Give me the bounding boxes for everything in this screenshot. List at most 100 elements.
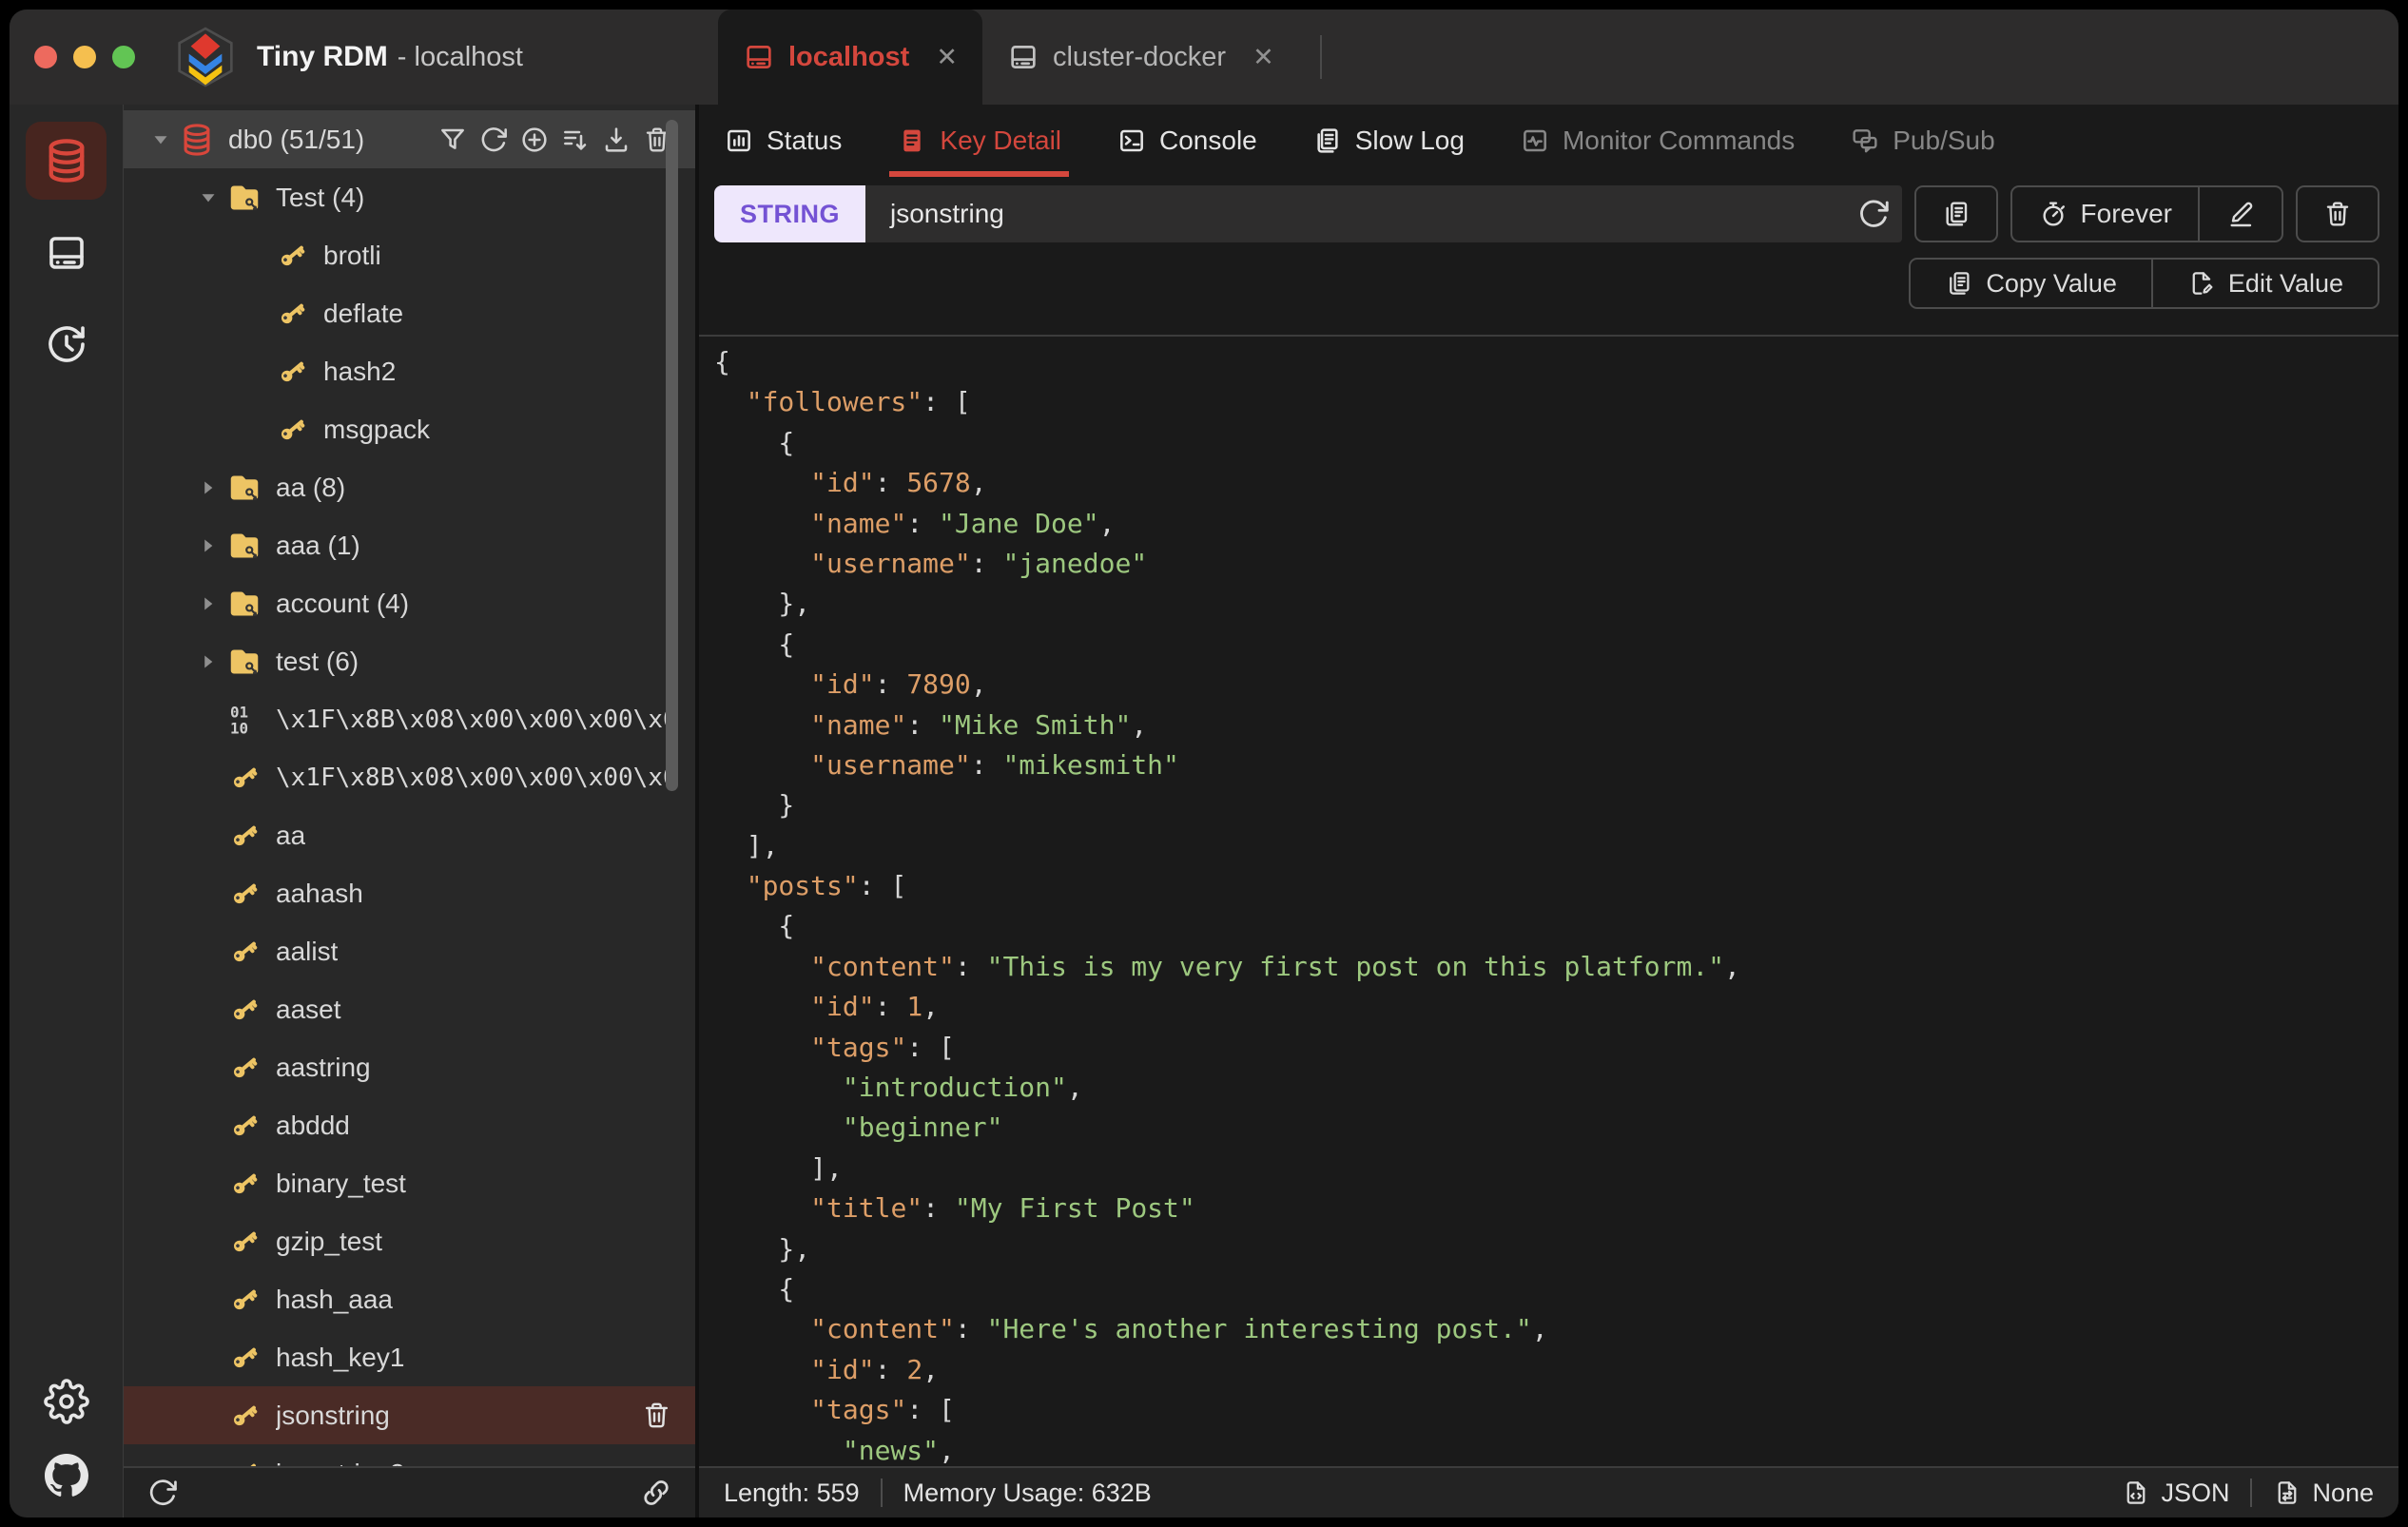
edit-value-button[interactable]: Edit Value: [2150, 260, 2378, 307]
tree-key-aa[interactable]: aa: [124, 806, 695, 864]
folder-icon: [226, 180, 262, 216]
tree-item-label: aastring: [276, 1052, 371, 1082]
tree-key-aalist[interactable]: aalist: [124, 922, 695, 980]
key-icon: [226, 992, 262, 1028]
rail-item-server[interactable]: [44, 230, 89, 276]
minimize-window-button[interactable]: [73, 46, 96, 68]
link-icon[interactable]: [640, 1477, 672, 1509]
tree-folder-test_6_[interactable]: test (6): [124, 632, 695, 690]
value-action-row: Copy Value Edit Value: [714, 258, 2379, 309]
tree-key-hash2[interactable]: hash2: [124, 342, 695, 400]
app-window: Tiny RDM - localhost localhost ✕ cluster-do…: [10, 10, 2398, 1517]
zoom-window-button[interactable]: [112, 46, 135, 68]
key-icon: [226, 1398, 262, 1434]
delete-icon[interactable]: [641, 1400, 672, 1431]
tree-key-hash_key1[interactable]: hash_key1: [124, 1328, 695, 1386]
server-icon: [1007, 41, 1039, 73]
tab-key-detail[interactable]: Key Detail: [889, 105, 1069, 177]
tree-key-brotli[interactable]: brotli: [124, 226, 695, 284]
tree-key-jsonstring2[interactable]: jsonstring2: [124, 1444, 695, 1466]
tree-item-label: hash_aaa: [276, 1284, 394, 1314]
svg-text:10: 10: [230, 719, 248, 737]
json-line: ],: [714, 1151, 843, 1184]
folder-icon: [226, 586, 262, 622]
close-tab-icon[interactable]: ✕: [1253, 43, 1274, 72]
tree-key-_x1F_x8B_x08_x00_x00_x00_x00_[interactable]: 0110 \x1F\x8B\x08\x00\x00\x00\x00...: [124, 690, 695, 748]
connection-tab-localhost[interactable]: localhost ✕: [718, 10, 982, 105]
add-icon[interactable]: [519, 125, 550, 155]
caret-right-icon[interactable]: [190, 533, 226, 558]
tree-key-aahash[interactable]: aahash: [124, 864, 695, 922]
connection-tab-cluster-docker[interactable]: cluster-docker ✕: [982, 10, 1299, 105]
caret-down-icon[interactable]: [143, 127, 179, 152]
tree-key-aastring[interactable]: aastring: [124, 1038, 695, 1096]
key-icon: [226, 1166, 262, 1202]
tree-folder-aa_8_[interactable]: aa (8): [124, 458, 695, 516]
tree-key-aaset[interactable]: aaset: [124, 980, 695, 1038]
copy-document-icon: [1941, 199, 1971, 229]
caret-down-icon[interactable]: [190, 185, 226, 210]
caret-right-icon[interactable]: [190, 649, 226, 674]
edit-value-label: Edit Value: [2227, 268, 2343, 298]
tree-key-gzip_test[interactable]: gzip_test: [124, 1212, 695, 1270]
tab-label: Pub/Sub: [1893, 126, 1995, 155]
tree-key-hash_aaa[interactable]: hash_aaa: [124, 1270, 695, 1328]
tree-item-label: hash_key1: [276, 1342, 405, 1372]
filter-icon[interactable]: [437, 125, 468, 155]
close-tab-icon[interactable]: ✕: [936, 43, 958, 72]
sort-icon[interactable]: [560, 125, 591, 155]
tree-item-label: test (6): [276, 646, 359, 676]
rename-key-button[interactable]: [2198, 187, 2282, 241]
delete-key-button[interactable]: [2296, 185, 2379, 242]
import-icon[interactable]: [601, 125, 631, 155]
decode-selector[interactable]: None: [2273, 1479, 2374, 1508]
json-line: "id": 7890,: [810, 668, 987, 701]
folder-icon: [226, 644, 262, 680]
tab-pub-sub[interactable]: Pub/Sub: [1850, 105, 1995, 177]
length-label: Length: 559: [724, 1478, 860, 1507]
github-icon[interactable]: [44, 1453, 89, 1498]
settings-gear-icon[interactable]: [43, 1379, 89, 1424]
json-line: },: [714, 588, 811, 620]
tab-label: Key Detail: [940, 126, 1062, 155]
tab-console[interactable]: Console: [1117, 105, 1257, 177]
key-icon: [274, 412, 310, 448]
tree-key-msgpack[interactable]: msgpack: [124, 400, 695, 458]
value-viewer[interactable]: { "followers": [ { "id": 5678, "name": "…: [699, 335, 2398, 1466]
left-rail: [10, 105, 124, 1517]
copy-value-button[interactable]: Copy Value: [1911, 260, 2151, 307]
caret-right-icon[interactable]: [190, 475, 226, 500]
json-line: "title": "My First Post": [810, 1192, 1195, 1225]
tab-slow-log[interactable]: Slow Log: [1312, 105, 1465, 177]
refresh-key-icon[interactable]: [1856, 197, 1891, 231]
rail-item-history[interactable]: [44, 321, 89, 367]
tree-key-abddd[interactable]: abddd: [124, 1096, 695, 1154]
reload-tree-icon[interactable]: [146, 1477, 179, 1509]
tree-key-deflate[interactable]: deflate: [124, 284, 695, 342]
tree-folder-account_4_[interactable]: account (4): [124, 574, 695, 632]
tree-key-binary_test[interactable]: binary_test: [124, 1154, 695, 1212]
status-bar: Length: 559 Memory Usage: 632B JSON None: [699, 1466, 2398, 1517]
json-line: "introduction",: [842, 1072, 1083, 1104]
tree-key-jsonstring[interactable]: jsonstring: [124, 1386, 695, 1444]
tree-item-label: db0 (51/51): [228, 124, 365, 154]
key-icon: [226, 1456, 262, 1466]
keydetail-icon: [897, 126, 927, 156]
tree-db-db0_51_51_[interactable]: db0 (51/51): [124, 110, 695, 168]
caret-right-icon[interactable]: [190, 591, 226, 616]
key-name-field[interactable]: jsonstring: [865, 185, 1902, 242]
tab-status[interactable]: Status: [724, 105, 842, 177]
tree-scrollbar[interactable]: [666, 120, 678, 791]
tree-item-label: aaset: [276, 994, 341, 1024]
refresh-icon[interactable]: [478, 125, 509, 155]
tree-folder-Test_4_[interactable]: Test (4): [124, 168, 695, 226]
tree-folder-aaa_1_[interactable]: aaa (1): [124, 516, 695, 574]
close-window-button[interactable]: [34, 46, 57, 68]
tab-monitor-commands[interactable]: Monitor Commands: [1520, 105, 1795, 177]
ttl-button[interactable]: Forever: [2012, 187, 2198, 241]
view-format-selector[interactable]: JSON: [2122, 1479, 2229, 1508]
tree-key-_x1F_x8B_x08_x00_x00_x00_x00_[interactable]: \x1F\x8B\x08\x00\x00\x00\x00...: [124, 748, 695, 806]
copy-key-button[interactable]: [1913, 185, 1998, 242]
main-panel: Status Key Detail Console Slow Log Monitor C…: [699, 105, 2398, 1517]
rail-item-database[interactable]: [26, 122, 107, 200]
